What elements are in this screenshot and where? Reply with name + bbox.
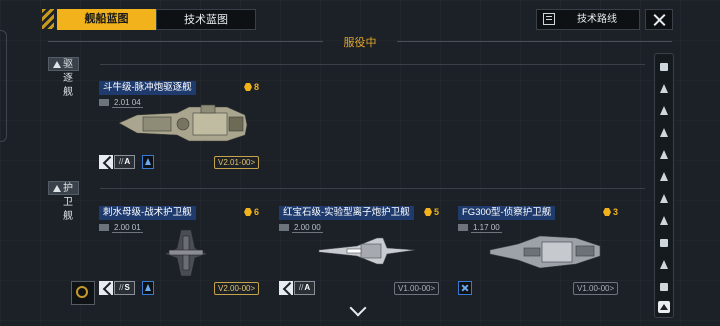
filter-support-icon[interactable]: [658, 237, 670, 249]
ship-name: 红宝石级-实验型离子炮护卫舰: [279, 206, 414, 220]
version-tag: V1.00-00>: [573, 282, 619, 295]
ship-card-douniu[interactable]: 斗牛级-脉冲炮驱逐舰 2.01 04 8 A V2.01-00>: [99, 81, 260, 169]
section-title: 驱逐舰: [63, 59, 73, 98]
attack-role-icon: [99, 281, 113, 295]
ship-version: 2.00 01: [99, 223, 143, 233]
ship-card-hongbaoshi[interactable]: 红宝石级-实验型离子炮护卫舰 2.00 00 5 A V1.00-00>: [279, 206, 440, 296]
close-button[interactable]: [645, 9, 673, 30]
version-tag: V2.00-00>: [214, 282, 260, 295]
filter-corvette-icon[interactable]: [658, 171, 670, 183]
filter-squadron-icon[interactable]: [658, 215, 670, 227]
ship-name: 斗牛级-脉冲炮驱逐舰: [99, 81, 196, 95]
filter-frigate-icon[interactable]: [658, 149, 670, 161]
ship-count-badge: 3: [603, 207, 618, 217]
ship-image: [118, 104, 248, 142]
ship-count-badge: 6: [244, 207, 259, 217]
filter-destroyer-icon[interactable]: [658, 127, 670, 139]
attack-role-icon: [99, 155, 113, 169]
filter-funnel-icon[interactable]: [658, 301, 670, 313]
ship-class-icon: [53, 61, 61, 68]
tech-route-label: 技术路线: [577, 14, 617, 25]
ship-class-icon: [53, 185, 61, 192]
ship-image: [489, 235, 601, 269]
tab-ship-blueprint[interactable]: 舰船蓝图: [57, 9, 156, 30]
filter-utility-icon[interactable]: [658, 259, 670, 271]
ship-tags: A V1.00-00>: [279, 281, 440, 295]
tech-route-button[interactable]: 技术路线: [536, 9, 640, 30]
section-divider: [100, 64, 645, 65]
version-icon: [279, 224, 289, 232]
ship-type-icon: [142, 281, 154, 295]
tab-tech-blueprint[interactable]: 技术蓝图: [156, 9, 256, 30]
hex-icon: [244, 208, 252, 216]
filter-fighter-icon[interactable]: [658, 193, 670, 205]
filter-battleship-icon[interactable]: [658, 83, 670, 95]
section-divider: [100, 188, 645, 189]
side-drawer-handle[interactable]: [0, 30, 7, 142]
header-stripes-decoration: [42, 9, 54, 29]
attack-role-icon: [279, 281, 293, 295]
version-tag: V1.00-00>: [394, 282, 440, 295]
hex-icon: [424, 208, 432, 216]
ship-card-cishuimu[interactable]: 刺水母级-战术护卫舰 2.00 01 6 S V2.00-00>: [99, 206, 260, 296]
ship-name: FG300型-侦察护卫舰: [458, 206, 556, 220]
version-icon: [458, 224, 468, 232]
ship-grade: S: [114, 281, 135, 295]
section-title: 护卫舰: [63, 183, 73, 222]
support-role-icon: [458, 281, 472, 295]
ship-image: [318, 237, 416, 265]
hex-icon: [244, 83, 252, 91]
version-icon: [99, 224, 109, 232]
status-divider-right: [397, 41, 672, 42]
ship-type-filter-rail: [654, 53, 674, 318]
status-divider-left: [48, 41, 323, 42]
ship-type-icon: [142, 155, 154, 169]
ship-tags: A V2.01-00>: [99, 155, 260, 169]
ship-count-badge: 5: [424, 207, 439, 217]
ship-tags: S V2.00-00>: [99, 281, 260, 295]
filter-carrier-icon[interactable]: [658, 61, 670, 73]
ship-count-badge: 8: [244, 82, 259, 92]
version-tag: V2.01-00>: [214, 156, 260, 169]
ship-grade: A: [114, 155, 135, 169]
hex-icon: [603, 208, 611, 216]
ship-image: [164, 229, 208, 277]
fleet-emblem-button[interactable]: [71, 281, 95, 305]
version-icon: [99, 99, 109, 107]
filter-cruiser-icon[interactable]: [658, 105, 670, 117]
ship-name: 刺水母级-战术护卫舰: [99, 206, 196, 220]
ship-card-fg300[interactable]: FG300型-侦察护卫舰 1.17 00 3 V1.00-00>: [458, 206, 619, 296]
filter-misc-icon[interactable]: [658, 281, 670, 293]
ship-grade: A: [294, 281, 315, 295]
status-in-service: 服役中: [343, 37, 377, 49]
list-icon: [543, 13, 555, 25]
ship-tags: V1.00-00>: [458, 281, 619, 295]
